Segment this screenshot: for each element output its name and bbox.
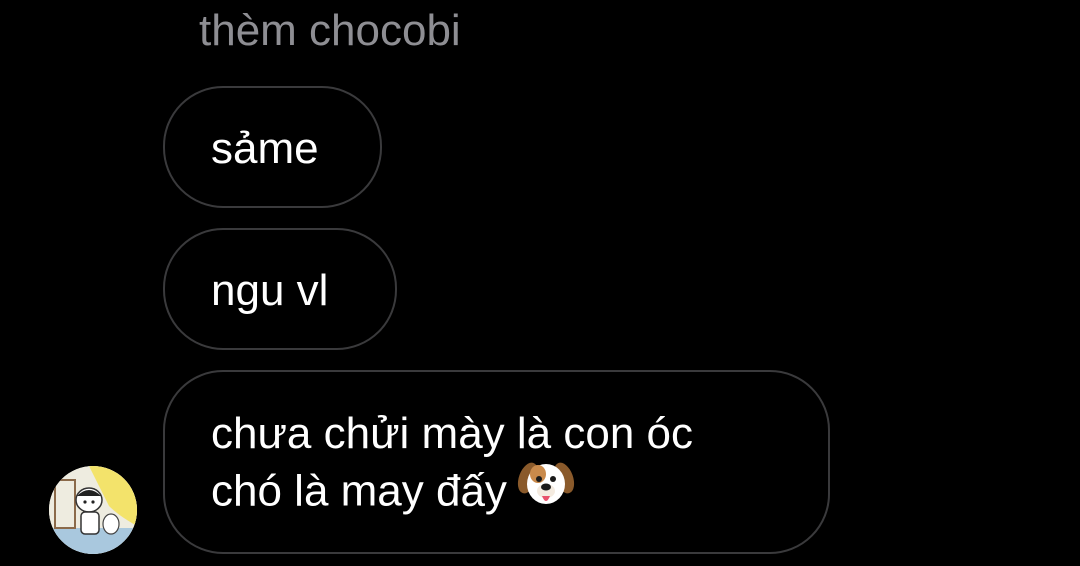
previous-message-text: thèm chocobi <box>199 6 461 55</box>
dog-face-icon <box>517 454 575 526</box>
message-bubble[interactable]: ngu vl <box>163 228 397 350</box>
message-text-line: chó là may đấy <box>211 462 828 526</box>
message-bubble[interactable]: sảme <box>163 86 382 208</box>
chat-thread: thèm chocobi sảme ngu vl chưa chửi mày l… <box>0 0 1080 566</box>
message-bubble[interactable]: chưa chửi mày là con óc chó là may đấy <box>163 370 830 554</box>
message-text-segment: chó là may đấy <box>211 466 507 516</box>
user-avatar[interactable] <box>49 466 137 554</box>
message-text: ngu vl <box>211 266 329 315</box>
message-text: sảme <box>211 124 319 173</box>
